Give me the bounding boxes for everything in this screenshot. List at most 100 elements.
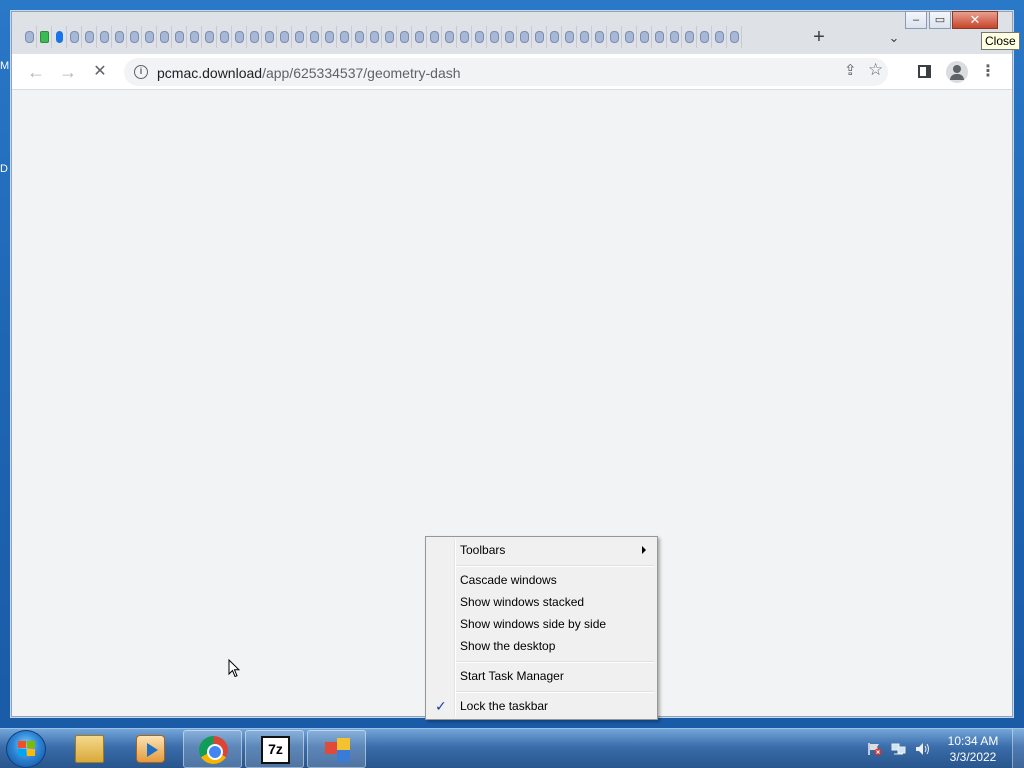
browser-tab[interactable]	[22, 26, 37, 48]
browser-tab[interactable]	[337, 26, 352, 48]
check-icon: ✓	[435, 698, 447, 714]
browser-tab[interactable]	[157, 26, 172, 48]
browser-tab[interactable]	[487, 26, 502, 48]
browser-tab[interactable]	[67, 26, 82, 48]
browser-tab[interactable]	[652, 26, 667, 48]
browser-tab[interactable]	[352, 26, 367, 48]
browser-tab[interactable]	[637, 26, 652, 48]
menu-item-show-windows-stacked[interactable]: Show windows stacked	[428, 591, 656, 613]
close-button[interactable]: ✕	[952, 11, 998, 29]
taskbar-context-menu: Toolbars Cascade windows Show windows st…	[425, 536, 658, 720]
browser-tab[interactable]	[172, 26, 187, 48]
browser-tab[interactable]	[232, 26, 247, 48]
browser-tab[interactable]	[97, 26, 112, 48]
network-icon[interactable]	[891, 742, 906, 756]
system-clock[interactable]: 10:34 AM 3/3/2022	[940, 733, 1006, 765]
tab-favicon-icon	[114, 31, 124, 43]
browser-tab[interactable]	[472, 26, 487, 48]
browser-tab[interactable]	[697, 26, 712, 48]
url-text[interactable]: pcmac.download/app/625334537/geometry-da…	[157, 65, 461, 81]
taskbar-app[interactable]	[307, 730, 366, 768]
browser-tab[interactable]	[262, 26, 277, 48]
menu-item-show-windows-side-by-side[interactable]: Show windows side by side	[428, 613, 656, 635]
browser-tab[interactable]	[127, 26, 142, 48]
browser-tab[interactable]	[247, 26, 262, 48]
menu-item-lock-the-taskbar[interactable]: ✓ Lock the taskbar	[428, 695, 656, 717]
menu-item-cascade-windows[interactable]: Cascade windows	[428, 569, 656, 591]
browser-tab[interactable]	[682, 26, 697, 48]
tab-favicon-icon	[234, 31, 244, 43]
browser-tab[interactable]	[592, 26, 607, 48]
action-center-flag-icon[interactable]	[867, 742, 882, 756]
menu-item-toolbars[interactable]: Toolbars	[428, 539, 656, 561]
taskbar-media-player[interactable]	[121, 730, 180, 768]
tab-search-button[interactable]: ⌄	[882, 26, 906, 50]
browser-menu-button[interactable]: ⋮	[980, 60, 996, 84]
volume-icon[interactable]	[915, 742, 930, 756]
browser-tab[interactable]	[142, 26, 157, 48]
browser-tab[interactable]	[427, 26, 442, 48]
forward-button[interactable]: →	[56, 60, 80, 84]
tab-favicon-icon	[144, 31, 154, 43]
browser-tab[interactable]	[367, 26, 382, 48]
browser-tab[interactable]	[187, 26, 202, 48]
browser-tab[interactable]	[457, 26, 472, 48]
desktop-icon-label-m[interactable]: M	[0, 60, 9, 72]
tab-favicon-icon	[55, 31, 63, 43]
start-button[interactable]	[6, 730, 46, 768]
tab-favicon-icon	[39, 31, 49, 43]
browser-tab[interactable]	[52, 26, 67, 48]
browser-tab[interactable]	[382, 26, 397, 48]
browser-tab[interactable]	[712, 26, 727, 48]
browser-tab[interactable]	[307, 26, 322, 48]
taskbar-windows-explorer[interactable]	[60, 730, 119, 768]
tab-favicon-icon	[159, 31, 169, 43]
browser-tab[interactable]	[622, 26, 637, 48]
tab-favicon-icon	[69, 31, 79, 43]
browser-tab[interactable]	[607, 26, 622, 48]
bookmark-star-icon[interactable]: ☆	[868, 60, 883, 80]
desktop-icon-label-d[interactable]: D	[0, 163, 8, 175]
tab-favicon-icon	[489, 31, 499, 43]
browser-tab[interactable]	[397, 26, 412, 48]
browser-tab[interactable]	[412, 26, 427, 48]
tab-favicon-icon	[129, 31, 139, 43]
browser-tab[interactable]	[577, 26, 592, 48]
share-icon[interactable]: ⇪	[844, 61, 857, 79]
profile-avatar[interactable]	[946, 61, 968, 83]
browser-tab[interactable]	[562, 26, 577, 48]
browser-tab[interactable]	[502, 26, 517, 48]
browser-tab[interactable]	[82, 26, 97, 48]
browser-tab[interactable]	[322, 26, 337, 48]
menu-item-show-the-desktop[interactable]: Show the desktop	[428, 635, 656, 657]
tab-favicon-icon	[354, 31, 364, 43]
taskbar[interactable]: 7z 10:34 AM 3/3/2022	[0, 728, 1024, 768]
taskbar-7-zip[interactable]: 7z	[245, 730, 304, 768]
browser-tab[interactable]	[727, 26, 742, 48]
clock-time: 10:34 AM	[947, 734, 999, 748]
new-tab-button[interactable]: +	[807, 26, 831, 50]
browser-tab[interactable]	[517, 26, 532, 48]
browser-tab[interactable]	[667, 26, 682, 48]
browser-tab[interactable]	[277, 26, 292, 48]
show-desktop-button[interactable]	[1012, 729, 1024, 768]
media-player-icon	[136, 735, 165, 763]
menu-item-start-task-manager[interactable]: Start Task Manager	[428, 665, 656, 687]
back-button[interactable]: ←	[24, 60, 48, 84]
browser-tab[interactable]	[202, 26, 217, 48]
side-panel-icon[interactable]	[918, 65, 931, 78]
minimize-button[interactable]: –	[905, 11, 927, 29]
browser-tab[interactable]	[532, 26, 547, 48]
taskbar-google-chrome[interactable]	[183, 730, 242, 768]
browser-tab[interactable]	[442, 26, 457, 48]
maximize-button[interactable]: ▭	[929, 11, 951, 29]
site-info-icon[interactable]: i	[134, 65, 148, 79]
address-bar[interactable]: i pcmac.download/app/625334537/geometry-…	[124, 58, 888, 86]
browser-tab[interactable]	[37, 26, 52, 48]
browser-tab[interactable]	[547, 26, 562, 48]
browser-tab[interactable]	[292, 26, 307, 48]
tab-favicon-icon	[729, 31, 739, 43]
browser-tab[interactable]	[112, 26, 127, 48]
browser-tab[interactable]	[217, 26, 232, 48]
stop-loading-button[interactable]: ✕	[88, 60, 112, 84]
